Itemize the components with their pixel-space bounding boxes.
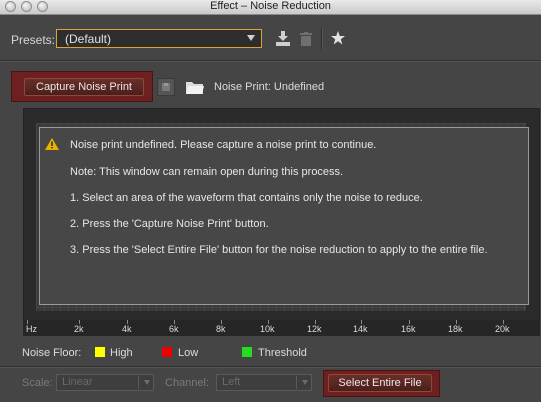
save-noise-print-icon[interactable] [157, 78, 175, 96]
scale-value: Linear [62, 376, 93, 388]
high-legend-label: High [110, 347, 133, 359]
dropdown-divider [296, 376, 297, 389]
noise-floor-label: Noise Floor: [22, 347, 82, 359]
section-divider [0, 366, 541, 368]
channel-dropdown[interactable]: Left [216, 374, 312, 391]
threshold-legend-label: Threshold [258, 347, 307, 359]
ruler-label: 8k [216, 324, 226, 334]
message-line: 1. Select an area of the waveform that c… [70, 192, 423, 204]
low-swatch [162, 347, 172, 357]
open-folder-icon[interactable] [185, 79, 205, 95]
threshold-swatch [242, 347, 252, 357]
dropdown-divider [138, 376, 139, 389]
warning-icon [45, 138, 59, 150]
message-line: 2. Press the 'Capture Noise Print' butto… [70, 218, 269, 230]
presets-label: Presets: [11, 33, 56, 47]
message-line: Noise print undefined. Please capture a … [70, 139, 377, 151]
window-title: Effect – Noise Reduction [210, 0, 331, 12]
ruler-label: 10k [260, 324, 275, 334]
channel-value: Left [222, 376, 241, 388]
scale-dropdown[interactable]: Linear [56, 374, 154, 391]
ruler-label: 4k [122, 324, 132, 334]
ruler-label: 12k [307, 324, 322, 334]
ruler-label: Hz [26, 324, 37, 334]
message-line: Note: This window can remain open during… [70, 166, 344, 178]
frequency-ruler: Hz 2k 4k 6k 8k 10k 12k 14k 16k 18k 20k [23, 320, 540, 336]
ruler-label: 14k [353, 324, 368, 334]
ruler-label: 20k [495, 324, 510, 334]
chevron-down-icon [247, 35, 255, 41]
ruler-label: 18k [448, 324, 463, 334]
select-entire-file-button[interactable]: Select Entire File [328, 374, 432, 392]
delete-preset-icon[interactable] [300, 32, 312, 46]
save-preset-icon[interactable] [276, 31, 290, 46]
favorite-star-icon[interactable] [331, 31, 345, 45]
chevron-down-icon [144, 380, 150, 385]
toolbar-divider [321, 28, 323, 50]
noise-print-status: Noise Print: Undefined [214, 81, 325, 93]
message-panel [39, 127, 529, 305]
chevron-down-icon [302, 380, 308, 385]
ruler-label: 6k [169, 324, 179, 334]
ruler-label: 16k [401, 324, 416, 334]
capture-noise-print-button[interactable]: Capture Noise Print [24, 78, 144, 96]
channel-label: Channel: [165, 377, 210, 389]
ruler-label: 2k [74, 324, 84, 334]
high-swatch [95, 347, 105, 357]
low-legend-label: Low [178, 347, 199, 359]
presets-value: (Default) [65, 32, 112, 46]
section-divider [0, 60, 541, 62]
scale-label: Scale: [22, 377, 53, 389]
message-line: 3. Press the 'Select Entire File' button… [70, 244, 488, 256]
presets-dropdown[interactable]: (Default) [56, 29, 262, 48]
